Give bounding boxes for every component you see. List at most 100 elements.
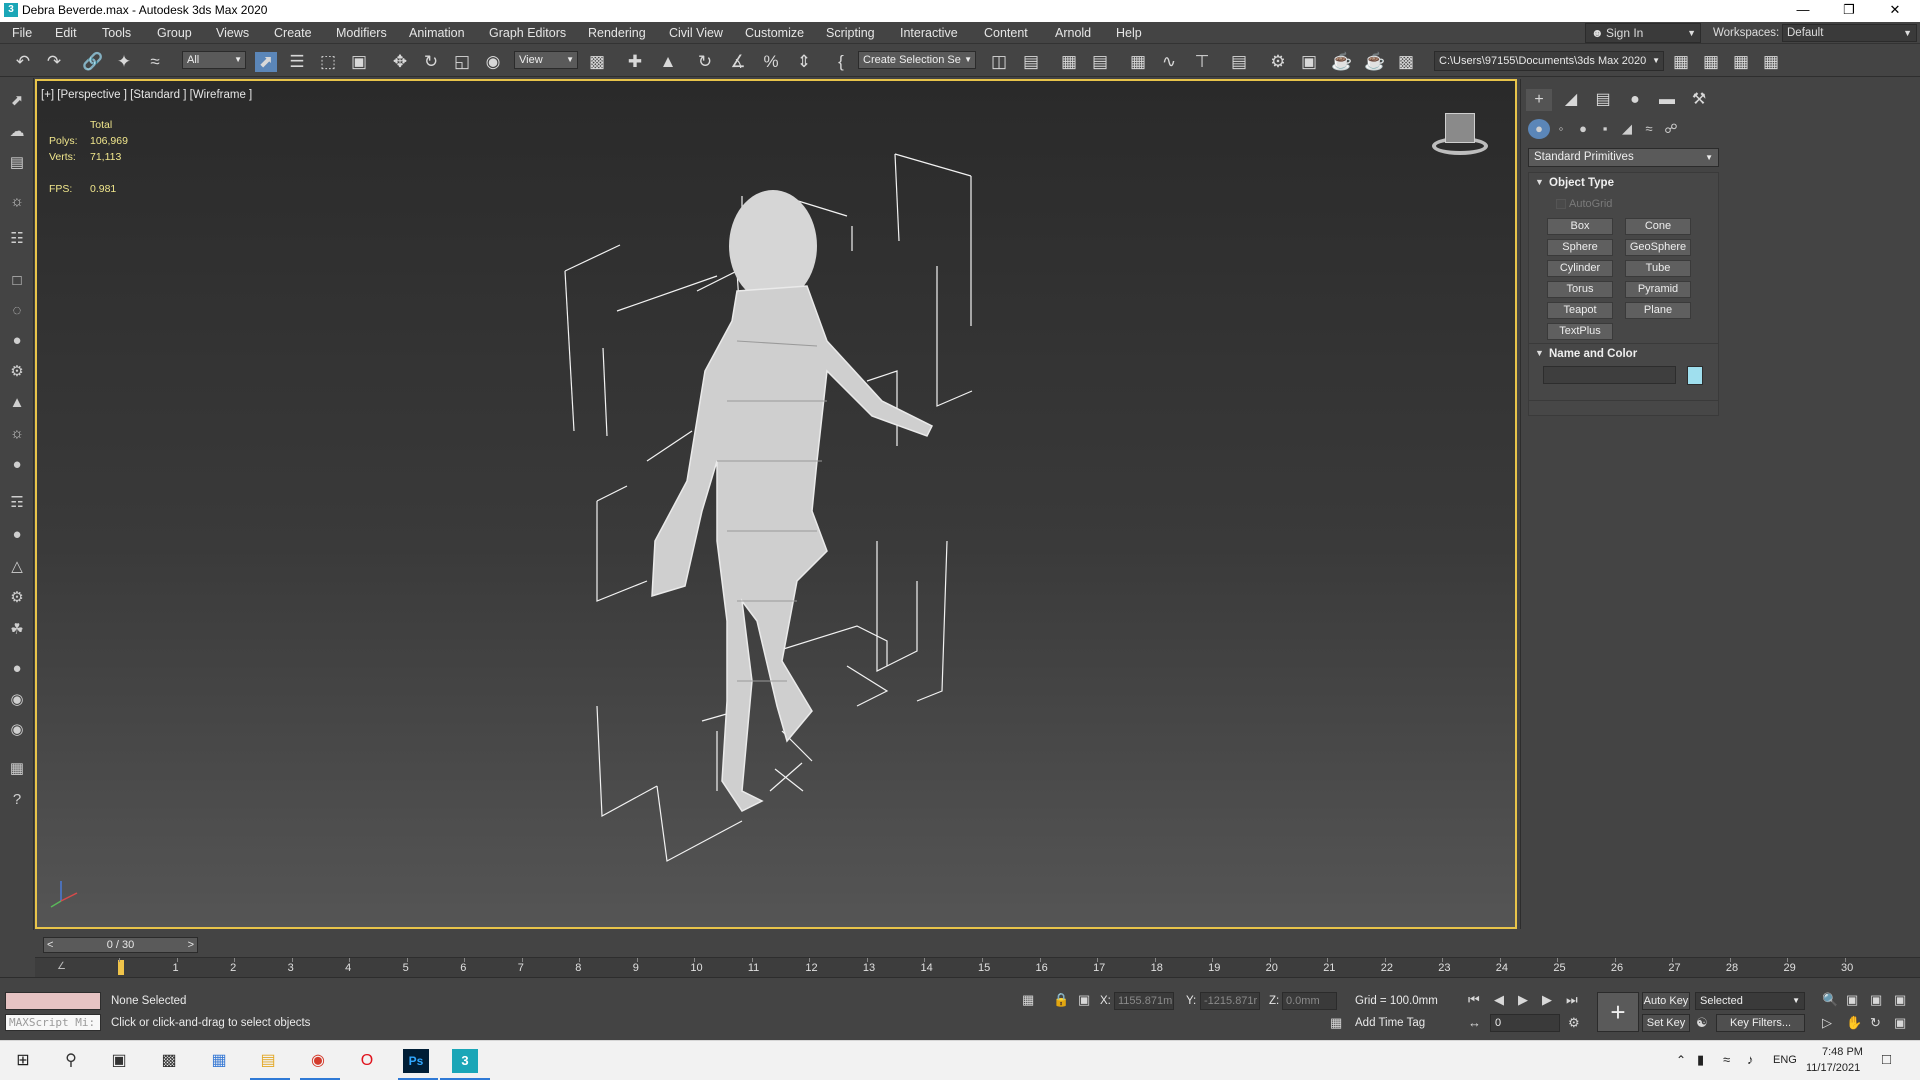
maximize-viewport-icon[interactable]: ▣ (1894, 1015, 1906, 1031)
wheel-icon[interactable]: ⚙ (6, 587, 28, 609)
select-layer-icon[interactable]: ▦ (1760, 52, 1782, 72)
windows-start-icon[interactable]: ⊞ (10, 1049, 36, 1073)
populate-icon[interactable]: ☁ (6, 121, 28, 143)
search-icon[interactable]: ⚲ (58, 1049, 84, 1073)
autogrid-checkbox[interactable] (1556, 199, 1566, 209)
menu-tools[interactable]: Tools (102, 26, 131, 40)
tray-chevron-icon[interactable]: ⌃ (1676, 1053, 1686, 1067)
tube-button[interactable]: Tube (1625, 260, 1691, 277)
rectangular-selection-icon[interactable]: ⬚ (317, 52, 339, 72)
menu-interactive[interactable]: Interactive (900, 26, 958, 40)
create-layer-icon[interactable]: ▦ (1730, 52, 1752, 72)
time-tag-icon[interactable]: ▦ (1330, 1015, 1342, 1031)
color-palette-icon[interactable]: ◉ (6, 689, 28, 711)
set-key-big-button[interactable]: + (1597, 992, 1639, 1032)
named-selection-select[interactable]: Create Selection Se ▼ (858, 51, 976, 69)
menu-views[interactable]: Views (216, 26, 249, 40)
wifi-icon[interactable]: ≈ (1723, 1052, 1730, 1067)
zoom-extents-all-icon[interactable]: ▣ (1894, 992, 1906, 1008)
clock-time[interactable]: 7:48 PM (1822, 1046, 1863, 1058)
collapse-icon[interactable]: ▼ (1535, 348, 1544, 358)
geosphere-button[interactable]: GeoSphere (1625, 239, 1691, 256)
curve-editor-mini-icon[interactable]: ∠ (57, 961, 66, 972)
sign-in-button[interactable]: ☻ Sign In ▼ (1585, 23, 1701, 43)
absolute-mode-icon[interactable]: ▣ (1078, 992, 1090, 1008)
clock-date[interactable]: 11/17/2021 (1806, 1062, 1860, 1074)
menu-arnold[interactable]: Arnold (1055, 26, 1091, 40)
menu-customize[interactable]: Customize (745, 26, 804, 40)
time-slider-prev-icon[interactable]: < (47, 938, 53, 952)
menu-graph-editors[interactable]: Graph Editors (489, 26, 566, 40)
key-filters-icon[interactable]: ☯ (1696, 1015, 1708, 1031)
perspective-viewport[interactable]: [+] [Perspective ] [Standard ] [Wirefram… (35, 79, 1517, 929)
notifications-icon[interactable]: □ (1882, 1051, 1891, 1068)
schematic-view-icon[interactable]: ⊤ (1191, 52, 1213, 72)
geometry-subtab-icon[interactable]: ● (1528, 119, 1550, 139)
menu-file[interactable]: File (12, 26, 32, 40)
lights-subtab-icon[interactable]: ● (1572, 119, 1594, 139)
pyramid-button[interactable]: Pyramid (1625, 281, 1691, 298)
zoom-icon[interactable]: 🔍 (1822, 992, 1838, 1008)
render-iterative-icon[interactable]: ☕ (1364, 52, 1386, 72)
grass-icon[interactable]: ☘ (6, 619, 28, 641)
y-coordinate-field[interactable]: -1215.871r (1200, 992, 1260, 1010)
menu-help[interactable]: Help (1116, 26, 1142, 40)
redo-icon[interactable]: ↷ (43, 52, 65, 72)
opera-icon[interactable]: O (354, 1049, 380, 1073)
time-slider[interactable]: < 0 / 30 > (43, 937, 198, 953)
mesh-icon[interactable]: △ (6, 556, 28, 578)
maxscript-mini-listener[interactable]: MAXScript Mi: (5, 1014, 101, 1031)
reference-coordinate-select[interactable]: View ▼ (514, 51, 578, 69)
workspaces-select[interactable]: Default ▼ (1782, 24, 1917, 42)
time-slider-next-icon[interactable]: > (188, 938, 194, 952)
help-icon[interactable]: ? (6, 789, 28, 811)
set-key-button[interactable]: Set Key (1642, 1014, 1690, 1032)
name-and-color-title[interactable]: Name and Color (1549, 348, 1637, 360)
time-config-icon[interactable]: ⚙ (1568, 1015, 1580, 1031)
render-in-cloud-icon[interactable]: ▩ (1395, 52, 1417, 72)
textplus-button[interactable]: TextPlus (1547, 323, 1613, 340)
terrain-icon[interactable]: ◌ (6, 300, 28, 322)
object-color-swatch[interactable] (1687, 366, 1703, 385)
hierarchy-tab-icon[interactable]: ▤ (1590, 89, 1616, 111)
undo-icon[interactable]: ↶ (12, 52, 34, 72)
percent-snap-icon[interactable]: % (760, 52, 782, 72)
menu-group[interactable]: Group (157, 26, 192, 40)
snaps-toggle-icon[interactable]: ↻ (694, 52, 716, 72)
auto-key-button[interactable]: Auto Key (1642, 992, 1690, 1010)
menu-civil-view[interactable]: Civil View (669, 26, 723, 40)
place-icon[interactable]: ◉ (482, 52, 504, 72)
rotate-icon[interactable]: ↻ (420, 52, 442, 72)
edit-named-selection-icon[interactable]: { (830, 52, 852, 72)
close-icon[interactable]: ✕ (1872, 0, 1918, 22)
torus-button[interactable]: Torus (1547, 281, 1613, 298)
zoom-all-icon[interactable]: ▣ (1846, 992, 1858, 1008)
layer-explorer-icon[interactable]: ▤ (1089, 52, 1111, 72)
add-to-layer-icon[interactable]: ▦ (1700, 52, 1722, 72)
environment-icon[interactable]: ● (6, 454, 28, 476)
mirror-icon[interactable]: ◫ (988, 52, 1010, 72)
space-warps-subtab-icon[interactable]: ≈ (1638, 119, 1660, 139)
project-path-select[interactable]: C:\Users\97155\Documents\3ds Max 2020 ▼ (1434, 51, 1664, 71)
align-icon[interactable]: ▤ (1020, 52, 1042, 72)
pivot-center-icon[interactable]: ▩ (586, 52, 608, 72)
add-time-tag[interactable]: Add Time Tag (1355, 1017, 1425, 1029)
plane-button[interactable]: Plane (1625, 302, 1691, 319)
key-filter-selection-select[interactable]: Selected ▼ (1695, 992, 1805, 1010)
geometry-icon[interactable]: ⚙ (6, 361, 28, 383)
sphere-button[interactable]: Sphere (1547, 239, 1613, 256)
particle-icon[interactable]: ● (6, 524, 28, 546)
x-coordinate-field[interactable]: 1155.871m (1114, 992, 1174, 1010)
calculator-icon[interactable]: ▦ (206, 1049, 232, 1073)
field-of-view-icon[interactable]: ▷ (1822, 1015, 1832, 1031)
pan-view-icon[interactable]: ✋ (1846, 1015, 1862, 1031)
object-name-field[interactable] (1543, 366, 1676, 384)
isolate-selection-icon[interactable]: ▦ (1022, 992, 1034, 1008)
photos-icon[interactable]: ▩ (156, 1049, 182, 1073)
link-icon[interactable]: 🔗 (82, 52, 104, 72)
battery-icon[interactable]: ▮ (1697, 1052, 1704, 1068)
move-icon[interactable]: ✥ (389, 52, 411, 72)
render-setup-icon[interactable]: ⚙ (1267, 52, 1289, 72)
batch-icon[interactable]: ▦ (6, 758, 28, 780)
shapes-subtab-icon[interactable]: ◦ (1550, 119, 1572, 139)
